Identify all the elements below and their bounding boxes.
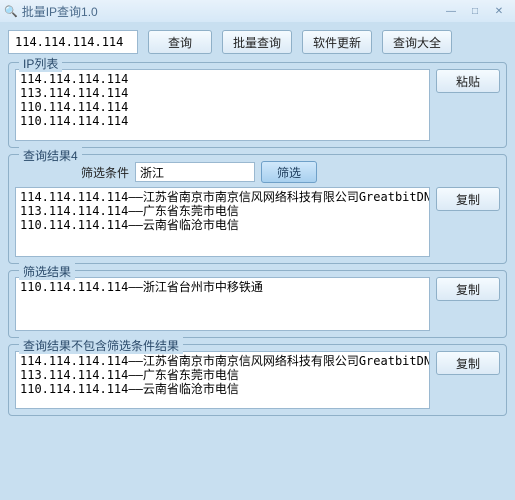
ip-list-title: IP列表 — [19, 55, 62, 72]
excluded-textarea[interactable] — [15, 351, 430, 409]
excluded-title: 查询结果不包含筛选条件结果 — [19, 337, 183, 354]
copy-results-button[interactable]: 复制 — [436, 187, 500, 211]
batch-query-button[interactable]: 批量查询 — [222, 30, 292, 54]
ip-input[interactable] — [8, 30, 138, 54]
results-group: 查询结果4 筛选条件 筛选 复制 — [8, 154, 507, 264]
ip-list-textarea[interactable] — [15, 69, 430, 141]
titlebar: 🔍 批量IP查询1.0 — □ ✕ — [0, 0, 515, 22]
results-title: 查询结果4 — [19, 147, 82, 164]
results-textarea[interactable] — [15, 187, 430, 257]
filtered-textarea[interactable] — [15, 277, 430, 331]
top-toolbar: 查询 批量查询 软件更新 查询大全 — [8, 30, 507, 54]
paste-button[interactable]: 粘贴 — [436, 69, 500, 93]
excluded-group: 查询结果不包含筛选条件结果 复制 — [8, 344, 507, 416]
maximize-button[interactable]: □ — [463, 3, 487, 19]
filtered-group: 筛选结果 复制 — [8, 270, 507, 338]
filter-input[interactable] — [135, 162, 255, 182]
app-icon: 🔍 — [4, 5, 18, 18]
minimize-button[interactable]: — — [439, 3, 463, 19]
all-query-button[interactable]: 查询大全 — [382, 30, 452, 54]
filter-label: 筛选条件 — [81, 164, 129, 181]
window-title: 批量IP查询1.0 — [22, 3, 98, 20]
filter-button[interactable]: 筛选 — [261, 161, 317, 183]
filtered-title: 筛选结果 — [19, 263, 75, 280]
close-button[interactable]: ✕ — [487, 3, 511, 19]
ip-list-group: IP列表 粘贴 — [8, 62, 507, 148]
content-area: 查询 批量查询 软件更新 查询大全 IP列表 粘贴 查询结果4 筛选条件 筛选 … — [0, 22, 515, 430]
copy-filtered-button[interactable]: 复制 — [436, 277, 500, 301]
query-button[interactable]: 查询 — [148, 30, 212, 54]
update-button[interactable]: 软件更新 — [302, 30, 372, 54]
copy-excluded-button[interactable]: 复制 — [436, 351, 500, 375]
